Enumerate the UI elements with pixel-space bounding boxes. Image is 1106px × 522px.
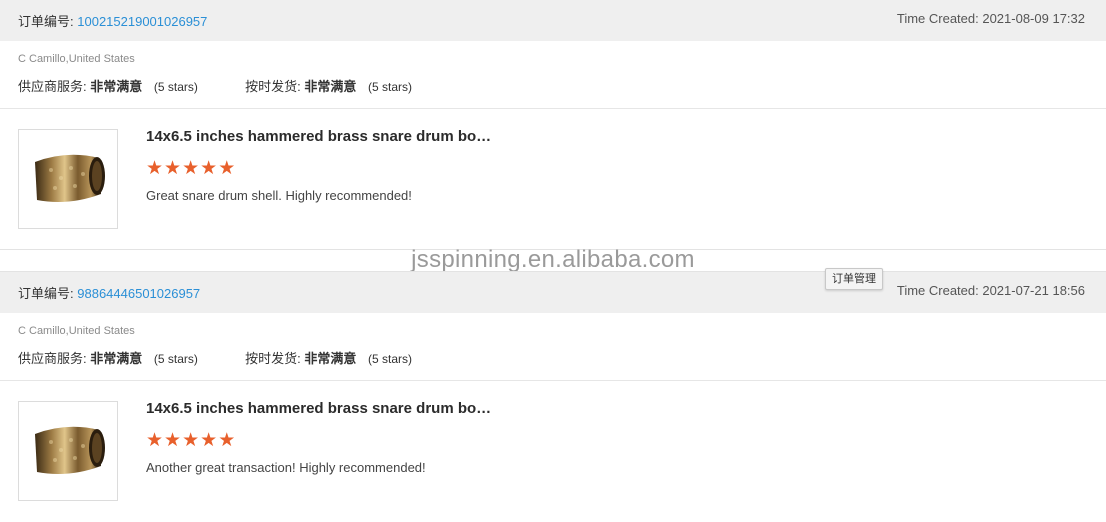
ratings-row: 供应商服务: 非常满意 (5 stars) 按时发货: 非常满意 (5 star… (18, 76, 412, 95)
star-rating: ★★★★★ (146, 157, 236, 180)
ratings-row: 供应商服务: 非常满意 (5 stars) 按时发货: 非常满意 (5 star… (18, 348, 412, 367)
star-icon: ★ (218, 158, 236, 179)
review-comment: Great snare drum shell. Highly recommend… (146, 188, 412, 203)
shipping-value: 非常满意 (304, 351, 357, 366)
divider (0, 108, 1106, 109)
brass-drum-shell-image (35, 154, 105, 202)
star-icon: ★ (164, 430, 182, 451)
divider (0, 380, 1106, 381)
star-icon: ★ (200, 430, 218, 451)
buyer-info: C Camillo,United States (18, 325, 135, 337)
order-number-link[interactable]: 98864446501026957 (77, 286, 200, 301)
star-icon: ★ (182, 158, 200, 179)
supplier-service-label: 供应商服务: (18, 79, 87, 94)
time-created: Time Created: 2021-07-21 18:56 (896, 283, 1085, 298)
shipping-label: 按时发货: (245, 351, 301, 366)
order-number-link[interactable]: 100215219001026957 (77, 14, 207, 29)
order-management-tooltip: 订单管理 (825, 268, 883, 290)
order-card: 订单编号: 98864446501026957 Time Created: 20… (0, 271, 1106, 522)
order-number-caption: 订单编号: (18, 286, 74, 301)
time-created: Time Created: 2021-08-09 17:32 (896, 11, 1085, 26)
order-number-label: 订单编号: 98864446501026957 (18, 283, 200, 302)
watermark: jsspinning.en.alibaba.com (411, 246, 695, 273)
shipping-label: 按时发货: (245, 79, 301, 94)
product-title[interactable]: 14x6.5 inches hammered brass snare drum … (146, 128, 491, 145)
supplier-service-value: 非常满意 (90, 79, 143, 94)
star-icon: ★ (146, 158, 164, 179)
order-number-caption: 订单编号: (18, 14, 74, 29)
star-icon: ★ (182, 430, 200, 451)
product-thumbnail[interactable] (18, 401, 118, 501)
shipping-stars: (5 stars) (368, 80, 413, 94)
star-icon: ★ (146, 430, 164, 451)
buyer-info: C Camillo,United States (18, 53, 135, 65)
shipping-stars: (5 stars) (368, 352, 413, 366)
product-title[interactable]: 14x6.5 inches hammered brass snare drum … (146, 400, 491, 417)
brass-drum-shell-image (35, 426, 105, 474)
star-icon: ★ (200, 158, 218, 179)
star-icon: ★ (164, 158, 182, 179)
supplier-service-label: 供应商服务: (18, 351, 87, 366)
order-card: 订单编号: 100215219001026957 Time Created: 2… (0, 0, 1106, 250)
supplier-service-stars: (5 stars) (153, 80, 198, 94)
order-number-label: 订单编号: 100215219001026957 (18, 11, 207, 30)
supplier-service-stars: (5 stars) (153, 352, 198, 366)
order-header: 订单编号: 98864446501026957 Time Created: 20… (0, 272, 1106, 313)
review-comment: Another great transaction! Highly recomm… (146, 460, 426, 475)
star-rating: ★★★★★ (146, 429, 236, 452)
star-icon: ★ (218, 430, 236, 451)
shipping-value: 非常满意 (304, 79, 357, 94)
order-header: 订单编号: 100215219001026957 Time Created: 2… (0, 0, 1106, 41)
supplier-service-value: 非常满意 (90, 351, 143, 366)
product-thumbnail[interactable] (18, 129, 118, 229)
